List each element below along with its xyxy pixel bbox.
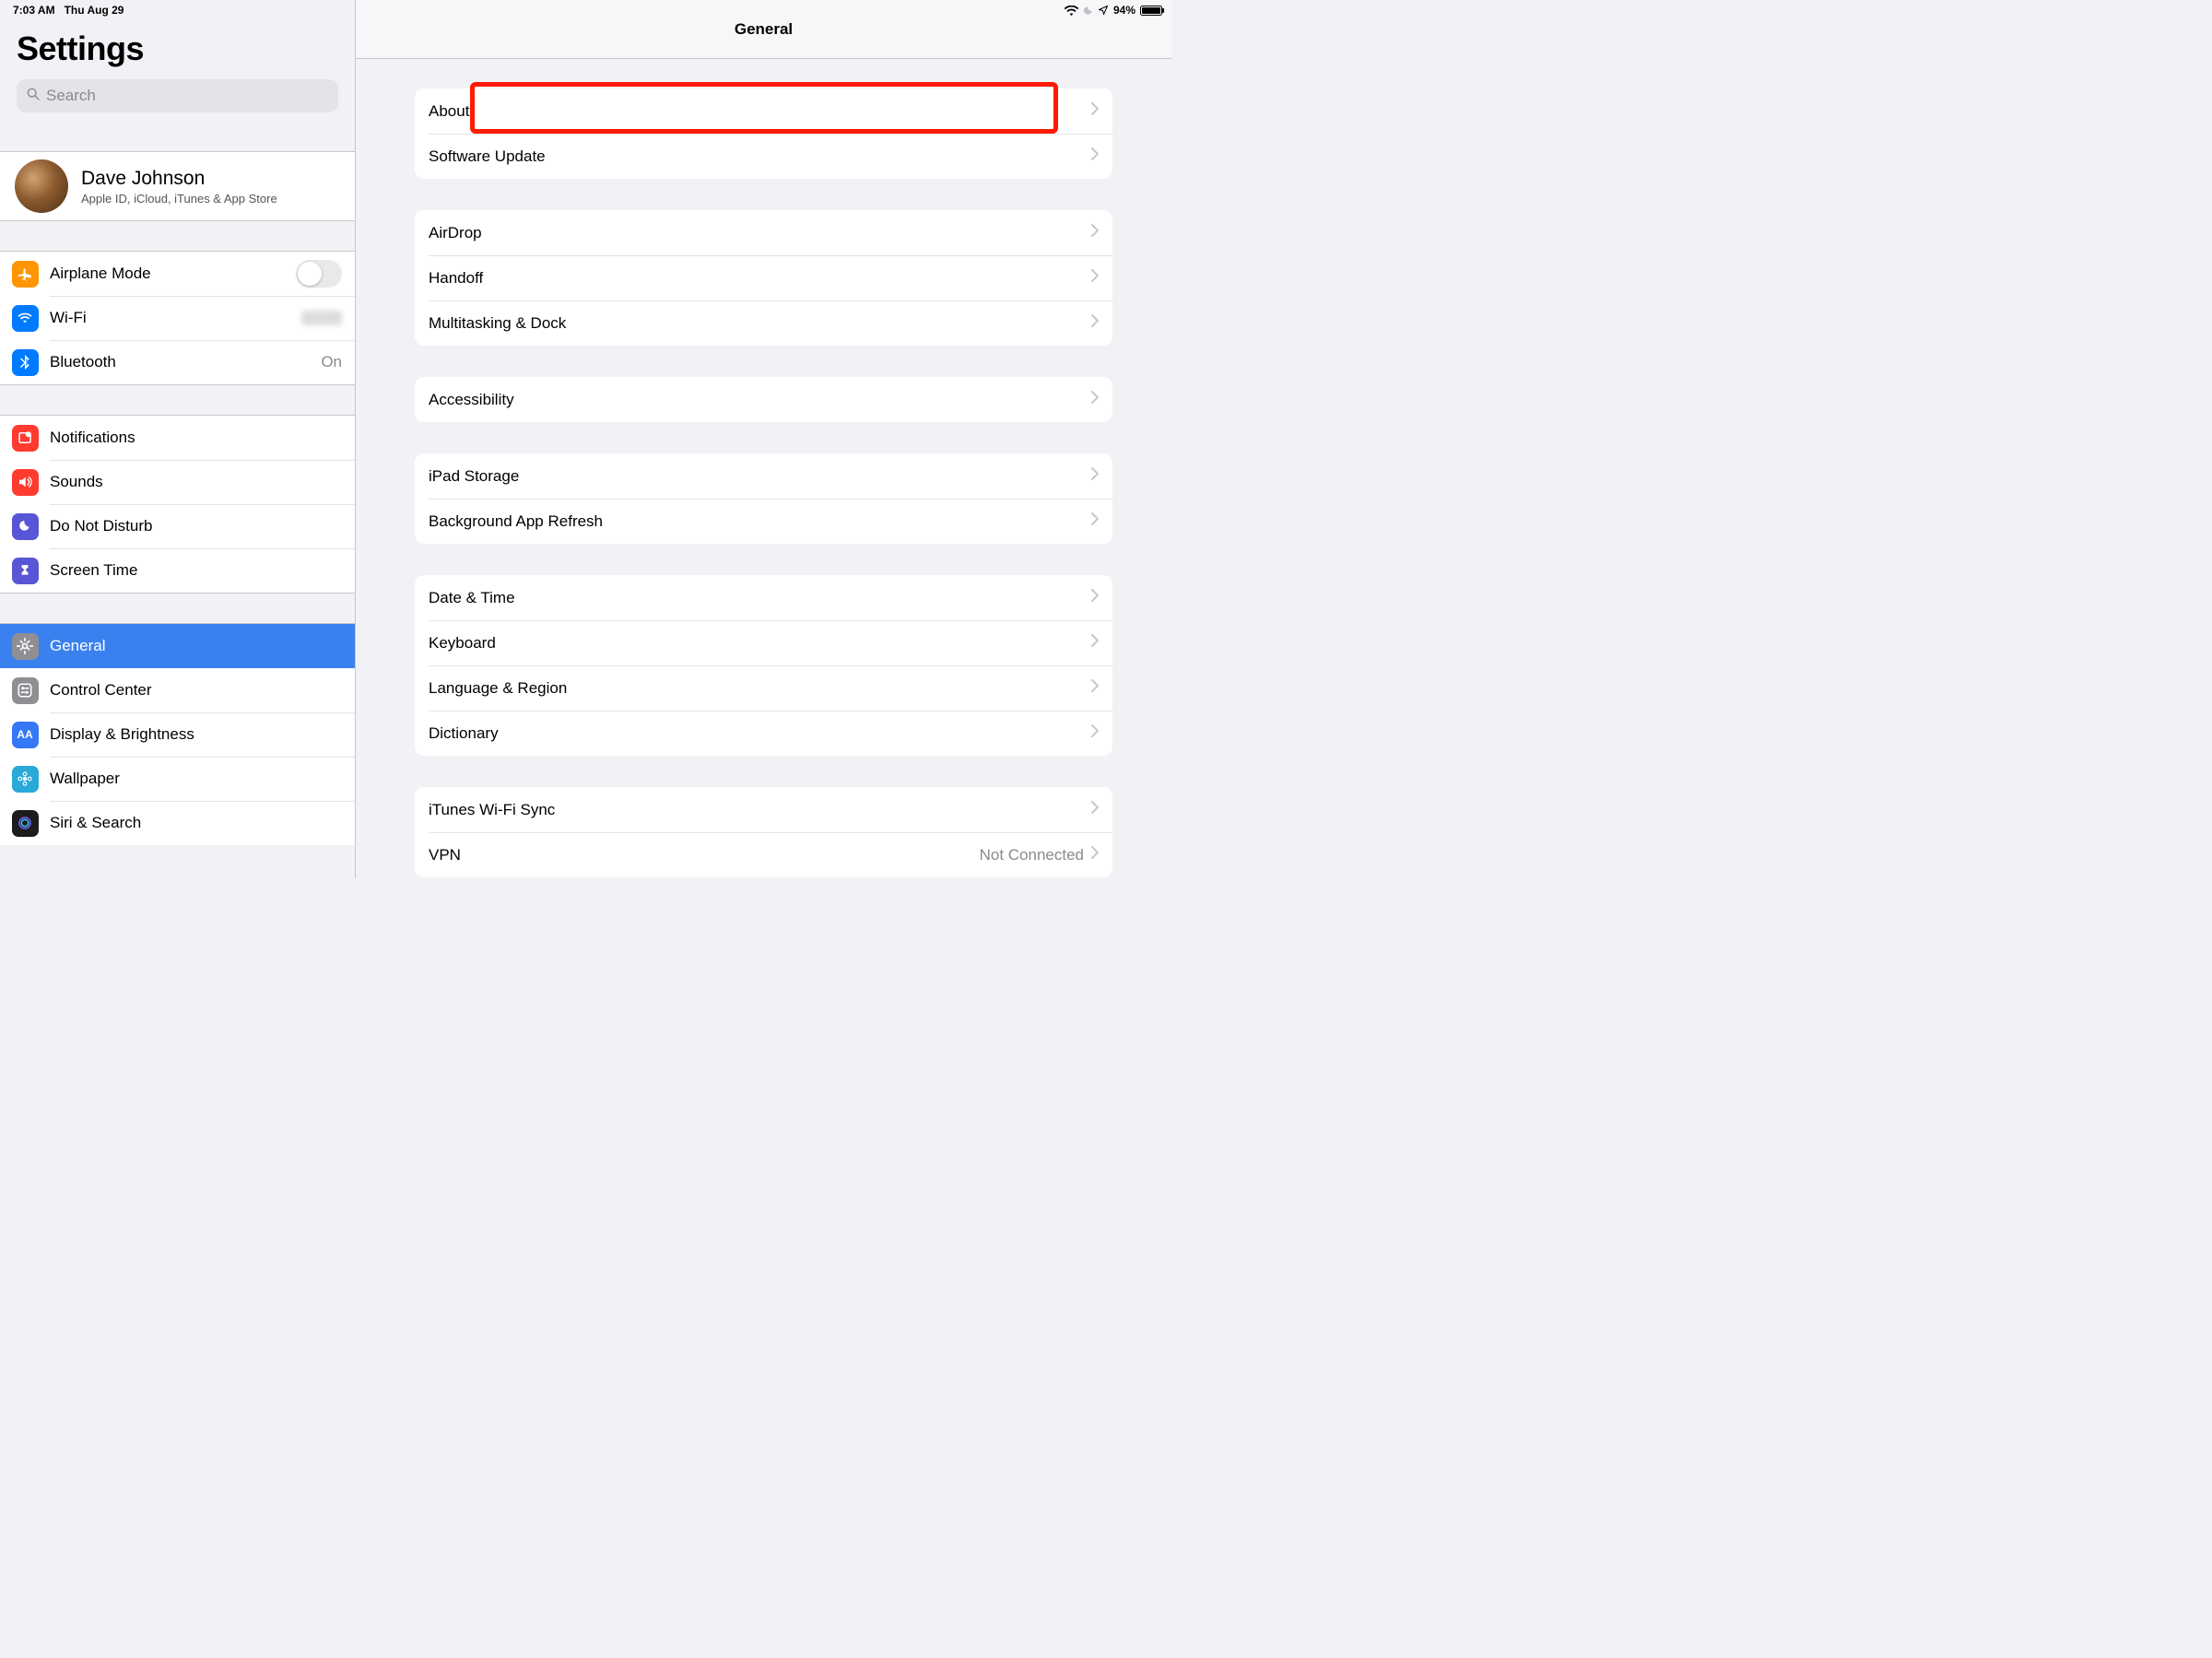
general-row-handoff[interactable]: Handoff: [415, 255, 1112, 300]
detail-pane: General About Software Update AirDrop: [356, 0, 1171, 878]
vpn-value: Not Connected: [980, 846, 1084, 864]
airplane-icon: [12, 261, 39, 288]
bluetooth-value: On: [321, 353, 342, 371]
avatar: [15, 159, 68, 213]
sounds-icon: [12, 469, 39, 496]
page-title: Settings: [17, 29, 338, 68]
chevron-right-icon: [1091, 679, 1099, 697]
gear-icon: [12, 633, 39, 660]
location-icon: [1098, 5, 1109, 16]
wifi-icon: [1065, 6, 1078, 16]
status-time: 7:03 AM: [13, 4, 55, 17]
general-row-dictionary[interactable]: Dictionary: [415, 711, 1112, 756]
moon-icon: [1083, 6, 1093, 16]
sliders-icon: [12, 677, 39, 704]
search-field[interactable]: [17, 79, 338, 112]
sidebar-item-airplane[interactable]: Airplane Mode: [0, 252, 355, 296]
bluetooth-icon: [12, 349, 39, 376]
chevron-right-icon: [1091, 724, 1099, 742]
profile-sub: Apple ID, iCloud, iTunes & App Store: [81, 192, 277, 206]
general-row-airdrop[interactable]: AirDrop: [415, 210, 1112, 255]
battery-percent: 94%: [1113, 4, 1135, 17]
chevron-right-icon: [1091, 102, 1099, 120]
sidebar-item-sounds[interactable]: Sounds: [0, 460, 355, 504]
general-row-keyboard[interactable]: Keyboard: [415, 620, 1112, 665]
general-row-multitasking[interactable]: Multitasking & Dock: [415, 300, 1112, 346]
chevron-right-icon: [1091, 467, 1099, 485]
chevron-right-icon: [1091, 269, 1099, 287]
general-row-storage[interactable]: iPad Storage: [415, 453, 1112, 499]
hourglass-icon: [12, 558, 39, 584]
general-row-background-refresh[interactable]: Background App Refresh: [415, 499, 1112, 544]
moon-icon: [12, 513, 39, 540]
status-date: Thu Aug 29: [65, 4, 124, 17]
detail-title: General: [735, 20, 793, 39]
chevron-right-icon: [1091, 846, 1099, 864]
general-row-vpn[interactable]: VPN Not Connected: [415, 832, 1112, 877]
sidebar-item-general[interactable]: General: [0, 624, 355, 668]
sidebar-item-bluetooth[interactable]: Bluetooth On: [0, 340, 355, 384]
chevron-right-icon: [1091, 224, 1099, 241]
sidebar-item-control-center[interactable]: Control Center: [0, 668, 355, 712]
sidebar-item-dnd[interactable]: Do Not Disturb: [0, 504, 355, 548]
battery-icon: [1140, 6, 1162, 16]
chevron-right-icon: [1091, 801, 1099, 818]
wifi-value: [301, 311, 342, 325]
sidebar-item-siri[interactable]: Siri & Search: [0, 801, 355, 845]
apple-id-row[interactable]: Dave Johnson Apple ID, iCloud, iTunes & …: [0, 152, 355, 220]
sidebar-item-notifications[interactable]: Notifications: [0, 416, 355, 460]
notifications-icon: [12, 425, 39, 452]
wifi-icon: [12, 305, 39, 332]
chevron-right-icon: [1091, 512, 1099, 530]
sidebar-item-wifi[interactable]: Wi-Fi: [0, 296, 355, 340]
general-row-about[interactable]: About: [415, 88, 1112, 134]
text-size-icon: AA: [12, 722, 39, 748]
general-row-itunes-sync[interactable]: iTunes Wi-Fi Sync: [415, 787, 1112, 832]
flower-icon: [12, 766, 39, 793]
general-row-accessibility[interactable]: Accessibility: [415, 377, 1112, 422]
airplane-toggle[interactable]: [296, 260, 342, 288]
settings-sidebar: Settings Dave Johnson Apple ID, iCloud, …: [0, 0, 356, 878]
chevron-right-icon: [1091, 314, 1099, 332]
search-icon: [26, 87, 41, 106]
siri-icon: [12, 810, 39, 837]
chevron-right-icon: [1091, 391, 1099, 408]
sidebar-item-wallpaper[interactable]: Wallpaper: [0, 757, 355, 801]
sidebar-item-display[interactable]: AA Display & Brightness: [0, 712, 355, 757]
general-row-datetime[interactable]: Date & Time: [415, 575, 1112, 620]
general-row-language[interactable]: Language & Region: [415, 665, 1112, 711]
general-row-software-update[interactable]: Software Update: [415, 134, 1112, 179]
status-bar: 7:03 AM Thu Aug 29 94%: [0, 0, 1171, 18]
search-input[interactable]: [46, 87, 329, 105]
chevron-right-icon: [1091, 147, 1099, 165]
chevron-right-icon: [1091, 634, 1099, 652]
profile-name: Dave Johnson: [81, 168, 277, 190]
chevron-right-icon: [1091, 589, 1099, 606]
sidebar-item-screentime[interactable]: Screen Time: [0, 548, 355, 593]
